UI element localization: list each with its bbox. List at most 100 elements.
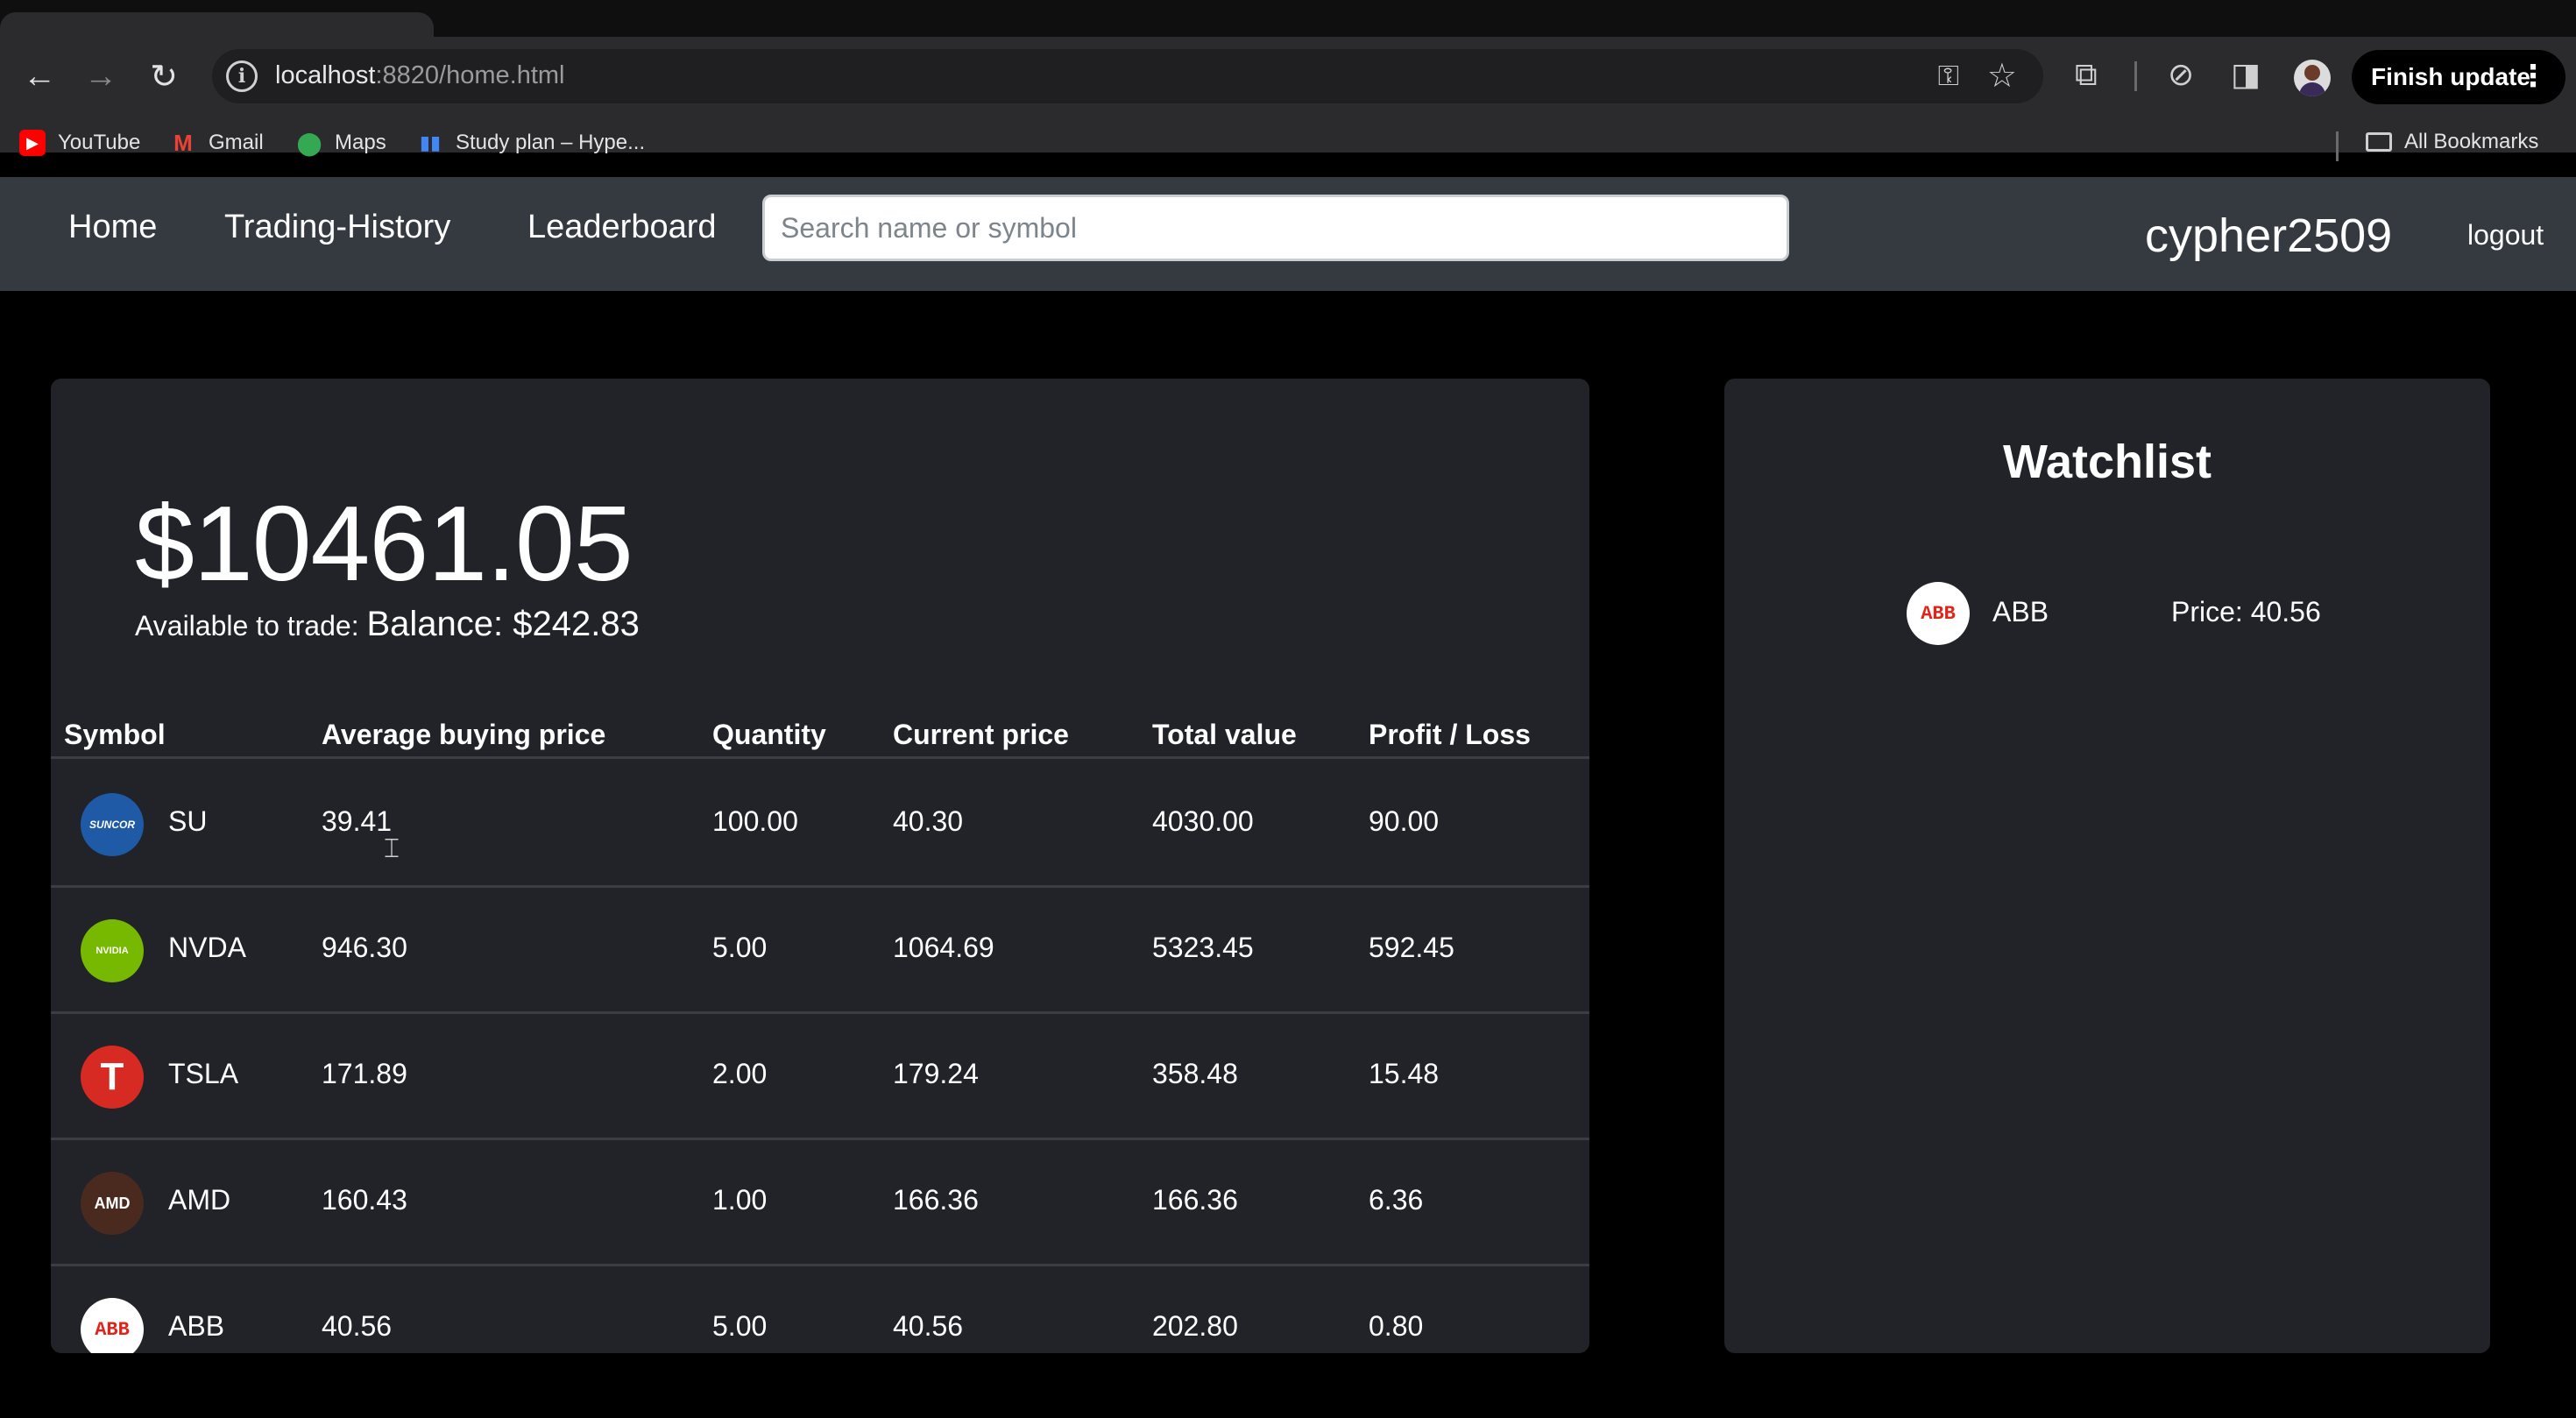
- nav-trading-history[interactable]: Trading-History: [224, 209, 450, 246]
- side-panel-icon[interactable]: ◨: [2231, 56, 2261, 93]
- portfolio-total-value: $10461.05: [135, 484, 633, 603]
- site-info-icon[interactable]: i: [226, 60, 258, 92]
- symbol-cell: TSLA: [168, 1058, 239, 1089]
- logout-link[interactable]: logout: [2467, 219, 2544, 252]
- profit-loss-cell: 90.00: [1369, 805, 1440, 837]
- portfolio-card: $10461.05 Available to trade: Balance: $…: [51, 379, 1589, 1353]
- nav-leaderboard[interactable]: Leaderboard: [527, 209, 717, 246]
- current-price-cell: 179.24: [893, 1058, 979, 1089]
- table-row[interactable]: ABB ABB 40.56 5.00 40.56 202.80 0.80: [51, 1266, 1589, 1353]
- username: cypher2509: [2145, 209, 2393, 262]
- table-row[interactable]: SUNCOR SU 39.41 100.00 40.30 4030.00 90.…: [51, 762, 1589, 888]
- total-value-cell: 358.48: [1152, 1058, 1238, 1089]
- bookmark-label: Gmail: [209, 131, 264, 154]
- all-bookmarks[interactable]: All Bookmarks: [2366, 130, 2538, 154]
- extensions-icon[interactable]: ⧉: [2075, 56, 2098, 94]
- total-value-cell: 202.80: [1152, 1310, 1238, 1342]
- available-to-trade: Available to trade: Balance: $242.83: [135, 605, 640, 644]
- url-host: localhost: [275, 61, 376, 89]
- gmail-icon: M: [173, 129, 193, 156]
- bookmark-label: Maps: [335, 131, 386, 154]
- youtube-icon: ▶: [19, 130, 46, 156]
- column-header: Symbol: [64, 719, 166, 750]
- bookmark-maps[interactable]: ⬤ Maps: [296, 130, 386, 156]
- watchlist-title: Watchlist: [2002, 436, 2212, 488]
- quantity-cell: 2.00: [712, 1058, 768, 1089]
- table-row[interactable]: T TSLA 171.89 2.00 179.24 358.48 15.48: [51, 1014, 1589, 1140]
- symbol-cell: NVDA: [168, 932, 246, 963]
- bookmarks-divider: [2336, 131, 2339, 161]
- current-price-cell: 1064.69: [893, 932, 994, 963]
- abb-logo-icon: ABB: [1907, 582, 1970, 645]
- extension-leaf-icon[interactable]: ⊘: [2168, 56, 2194, 93]
- reload-icon[interactable]: ↻: [142, 54, 186, 98]
- balance-value: Balance: $242.83: [366, 605, 640, 643]
- nvidia-logo-icon: NVIDIA: [81, 919, 144, 982]
- holdings-table-header: Symbol Average buying price Quantity Cur…: [51, 712, 1589, 759]
- profit-loss-cell: 0.80: [1369, 1310, 1424, 1342]
- menu-kebab-icon[interactable]: ⋮: [2518, 59, 2548, 94]
- url-text: localhost:8820/home.html: [275, 61, 564, 90]
- table-row[interactable]: AMD AMD 160.43 1.00 166.36 166.36 6.36: [51, 1140, 1589, 1266]
- profit-loss-cell: 15.48: [1369, 1058, 1440, 1089]
- quantity-cell: 5.00: [712, 1310, 768, 1342]
- folder-icon: [2366, 132, 2392, 152]
- text-cursor-icon: ⌶: [384, 834, 400, 863]
- profit-loss-cell: 6.36: [1369, 1184, 1424, 1216]
- abb-logo-icon: ABB: [81, 1298, 144, 1353]
- avg-price-cell: 160.43: [322, 1184, 407, 1216]
- table-row[interactable]: NVIDIA NVDA 946.30 5.00 1064.69 5323.45 …: [51, 888, 1589, 1014]
- current-price-cell: 40.30: [893, 805, 964, 837]
- bookmark-label: YouTube: [58, 131, 141, 154]
- tesla-logo-icon: T: [81, 1046, 144, 1109]
- column-header: Average buying price: [322, 719, 606, 750]
- quantity-cell: 100.00: [712, 805, 798, 837]
- column-header: Profit / Loss: [1369, 719, 1531, 750]
- bookmark-study-plan[interactable]: ▮▮ Study plan – Hype...: [417, 130, 645, 156]
- finish-update-label: Finish update: [2371, 63, 2530, 90]
- app-navbar: Home Trading-History Leaderboard cypher2…: [0, 177, 2576, 291]
- address-bar[interactable]: i localhost:8820/home.html ⚿ ☆: [212, 49, 2043, 103]
- avg-price-cell: 171.89: [322, 1058, 407, 1089]
- toolbar-divider: [2134, 61, 2137, 91]
- available-label: Available to trade:: [135, 610, 359, 642]
- symbol-cell: SU: [168, 805, 208, 837]
- tab-strip: [0, 0, 2576, 37]
- bookmarks-bar: ▶ YouTube M Gmail ⬤ Maps ▮▮ Study plan – Hyp…: [0, 123, 2576, 168]
- symbol-cell: ABB: [168, 1310, 225, 1342]
- bookmark-youtube[interactable]: ▶ YouTube: [19, 130, 140, 156]
- avg-price-cell: 40.56: [322, 1310, 393, 1342]
- total-value-cell: 5323.45: [1152, 932, 1254, 963]
- avg-price-cell: 39.41: [322, 805, 393, 837]
- quantity-cell: 5.00: [712, 932, 768, 963]
- browser-tab[interactable]: [0, 12, 434, 37]
- search-input[interactable]: [762, 195, 1789, 261]
- back-icon[interactable]: ←: [18, 54, 61, 98]
- bookmark-gmail[interactable]: M Gmail: [170, 130, 264, 156]
- quantity-cell: 1.00: [712, 1184, 768, 1216]
- column-header: Quantity: [712, 719, 826, 750]
- watchlist-price: Price: 40.56: [2171, 596, 2321, 627]
- study-plan-icon: ▮▮: [419, 131, 442, 153]
- total-value-cell: 4030.00: [1152, 805, 1254, 837]
- watchlist-symbol[interactable]: ABB: [1992, 596, 2049, 628]
- current-price-cell: 40.56: [893, 1310, 964, 1342]
- total-value-cell: 166.36: [1152, 1184, 1238, 1216]
- symbol-cell: AMD: [168, 1184, 231, 1216]
- suncor-logo-icon: SUNCOR: [81, 793, 144, 856]
- profile-avatar[interactable]: [2294, 60, 2331, 96]
- maps-pin-icon: ⬤: [296, 129, 322, 156]
- watchlist-card: Watchlist ABB ABB Price: 40.56: [1724, 379, 2490, 1353]
- column-header: Total value: [1152, 719, 1297, 750]
- bookmark-star-icon[interactable]: ☆: [1987, 56, 2017, 96]
- nav-home[interactable]: Home: [68, 209, 157, 246]
- password-key-icon[interactable]: ⚿: [1938, 60, 1959, 93]
- bookmark-label: Study plan – Hype...: [456, 131, 646, 154]
- all-bookmarks-label: All Bookmarks: [2404, 130, 2539, 153]
- forward-icon[interactable]: →: [79, 54, 123, 98]
- url-path: :8820/home.html: [375, 61, 565, 89]
- amd-logo-icon: AMD: [81, 1172, 144, 1235]
- finish-update-button[interactable]: Finish update ⋮: [2352, 50, 2565, 104]
- profit-loss-cell: 592.45: [1369, 932, 1454, 963]
- avg-price-cell: 946.30: [322, 932, 407, 963]
